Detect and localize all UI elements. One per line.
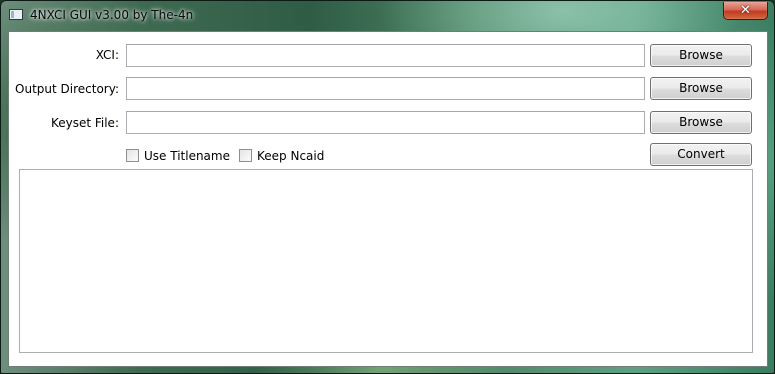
xci-browse-button[interactable]: Browse bbox=[650, 44, 752, 67]
keyset-file-input[interactable] bbox=[126, 111, 645, 134]
xci-input[interactable] bbox=[126, 44, 645, 67]
keyset-file-browse-button[interactable]: Browse bbox=[650, 111, 752, 134]
close-button[interactable]: ✕ bbox=[723, 2, 768, 20]
client-area: XCI: Browse Output Directory: Browse Key… bbox=[8, 31, 768, 367]
output-directory-label: Output Directory: bbox=[15, 82, 119, 96]
close-icon: ✕ bbox=[740, 3, 751, 18]
keep-ncaid-checkbox[interactable] bbox=[239, 149, 252, 162]
use-titlename-checkbox[interactable] bbox=[126, 149, 139, 162]
output-directory-input[interactable] bbox=[126, 77, 645, 100]
convert-button[interactable]: Convert bbox=[650, 143, 752, 166]
log-output[interactable] bbox=[19, 169, 753, 353]
title-bar[interactable]: 4NXCI GUI v3.00 by The-4n ✕ bbox=[1, 1, 775, 31]
app-window: 4NXCI GUI v3.00 by The-4n ✕ XCI: Browse … bbox=[0, 0, 775, 374]
output-directory-browse-button[interactable]: Browse bbox=[650, 77, 752, 100]
keep-ncaid-label[interactable]: Keep Ncaid bbox=[257, 149, 324, 163]
use-titlename-label[interactable]: Use Titlename bbox=[144, 149, 230, 163]
app-window-icon[interactable] bbox=[9, 9, 23, 20]
xci-label: XCI: bbox=[95, 48, 119, 62]
window-title: 4NXCI GUI v3.00 by The-4n bbox=[30, 8, 194, 22]
keyset-file-label: Keyset File: bbox=[50, 116, 119, 130]
